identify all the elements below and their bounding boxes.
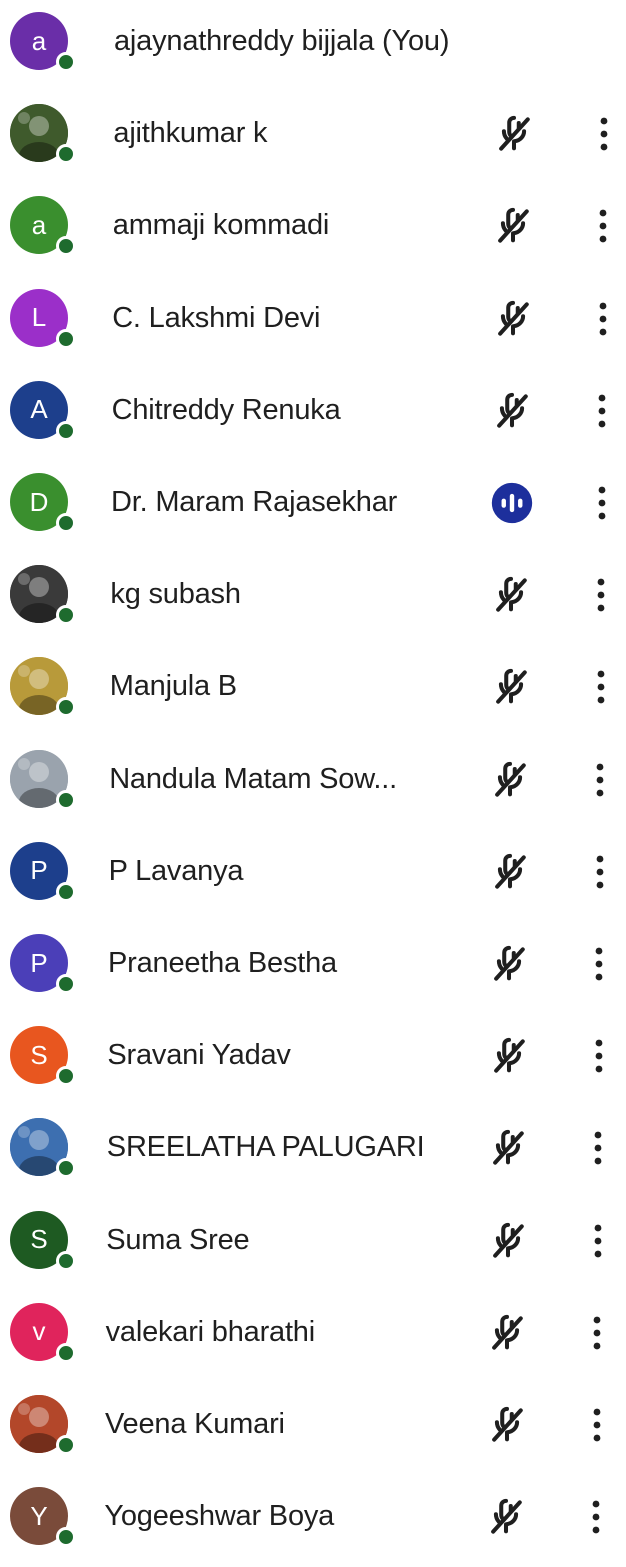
- participant-row[interactable]: ajithkumar k: [0, 92, 626, 184]
- mic-off-icon: [486, 1126, 530, 1170]
- online-status-dot: [56, 1342, 76, 1363]
- avatar-initial: P: [30, 855, 48, 886]
- participant-row[interactable]: L C. Lakshmi Devi: [0, 277, 626, 369]
- online-status-dot: [56, 1250, 76, 1271]
- more-vert-icon[interactable]: [582, 1493, 610, 1541]
- mic-off-icon: [489, 573, 533, 617]
- mic-off-icon: [490, 389, 534, 433]
- avatar-initial: S: [30, 1039, 48, 1070]
- participant-name: Suma Sree: [106, 1223, 250, 1256]
- avatar-initial: a: [31, 209, 47, 240]
- online-status-dot: [56, 881, 76, 902]
- participant-name: Veena Kumari: [105, 1408, 285, 1440]
- participant-row[interactable]: P Praneetha Bestha: [0, 922, 626, 1014]
- online-status-dot: [56, 974, 76, 994]
- mic-off-icon: [491, 297, 535, 341]
- participant-row[interactable]: S Sravani Yadav: [0, 1014, 626, 1106]
- participant-row[interactable]: D Dr. Maram Rajasekhar: [0, 461, 626, 553]
- more-vert-icon[interactable]: [589, 295, 617, 343]
- participant-name: Yogeeshwar Boya: [104, 1500, 335, 1533]
- participant-name: C. Lakshmi Devi: [112, 301, 321, 334]
- participant-name: ajithkumar k: [113, 117, 268, 150]
- participant-row[interactable]: a ajaynathreddy bijjala (You): [0, 0, 626, 92]
- participant-name: kg subash: [110, 578, 241, 611]
- online-status-dot: [56, 1158, 76, 1179]
- participant-row[interactable]: SREELATHA PALUGARI: [0, 1106, 626, 1198]
- online-status-dot: [56, 144, 76, 165]
- participant-name: valekari bharathi: [105, 1315, 316, 1348]
- mic-off-icon: [488, 850, 532, 894]
- participant-row[interactable]: Nandula Matam Sow...: [0, 738, 626, 830]
- online-status-dot: [56, 1435, 76, 1455]
- online-status-dot: [56, 605, 76, 626]
- more-vert-icon[interactable]: [587, 571, 615, 619]
- avatar-initial: L: [31, 302, 47, 333]
- more-vert-icon[interactable]: [586, 848, 614, 896]
- mic-off-icon: [487, 942, 531, 986]
- participant-name: ajaynathreddy bijjala (You): [114, 25, 450, 57]
- more-vert-icon[interactable]: [588, 479, 616, 527]
- more-vert-icon[interactable]: [589, 202, 617, 250]
- participant-list: a ajaynathreddy bijjala (You) ajithkumar …: [0, 0, 626, 1548]
- online-status-dot: [56, 52, 76, 72]
- mic-off-icon: [488, 758, 532, 802]
- online-status-dot: [56, 236, 76, 257]
- participant-name: Sravani Yadav: [107, 1039, 291, 1072]
- more-vert-icon[interactable]: [590, 110, 618, 158]
- participant-name: ammaji kommadi: [112, 209, 330, 242]
- mic-off-icon: [485, 1311, 529, 1355]
- participant-name: Nandula Matam Sow...: [109, 762, 397, 795]
- avatar-initial: S: [30, 1224, 48, 1255]
- online-status-dot: [56, 420, 76, 441]
- participant-row[interactable]: P P Lavanya: [0, 830, 626, 922]
- more-vert-icon[interactable]: [588, 387, 616, 435]
- mic-off-icon: [485, 1403, 529, 1447]
- participant-name: Dr. Maram Rajasekhar: [111, 486, 398, 518]
- avatar-initial: D: [29, 486, 49, 517]
- mic-off-icon: [486, 1219, 530, 1263]
- participant-row[interactable]: v valekari bharathi: [0, 1291, 626, 1383]
- online-status-dot: [56, 513, 76, 533]
- more-vert-icon[interactable]: [587, 663, 615, 711]
- more-vert-icon[interactable]: [585, 1032, 613, 1080]
- more-vert-icon[interactable]: [583, 1309, 611, 1357]
- mic-off-icon: [487, 1034, 531, 1078]
- participant-row[interactable]: S Suma Sree: [0, 1199, 626, 1291]
- avatar-initial: a: [31, 25, 47, 56]
- participant-name: Chitreddy Renuka: [111, 393, 341, 426]
- avatar-initial: v: [32, 1316, 46, 1347]
- participant-row[interactable]: Manjula B: [0, 645, 626, 737]
- participant-row[interactable]: Veena Kumari: [0, 1383, 626, 1475]
- participant-row[interactable]: a ammaji kommadi: [0, 184, 626, 276]
- avatar-initial: Y: [30, 1500, 48, 1531]
- online-status-dot: [56, 789, 76, 810]
- participant-row[interactable]: Y Yogeeshwar Boya: [0, 1475, 626, 1567]
- online-status-dot: [56, 697, 76, 718]
- participant-name: P Lavanya: [108, 854, 244, 887]
- audio-level-icon: [490, 481, 534, 525]
- participant-row[interactable]: A Chitreddy Renuka: [0, 369, 626, 461]
- online-status-dot: [56, 1066, 76, 1087]
- avatar-initial: P: [30, 947, 48, 978]
- participant-name: SREELATHA PALUGARI: [106, 1131, 425, 1164]
- online-status-dot: [56, 1527, 76, 1548]
- mic-off-icon: [484, 1495, 528, 1539]
- mic-off-icon: [491, 204, 535, 248]
- mic-off-icon: [492, 112, 536, 156]
- participant-row[interactable]: kg subash: [0, 553, 626, 645]
- more-vert-icon[interactable]: [583, 1401, 611, 1449]
- more-vert-icon[interactable]: [584, 1217, 612, 1265]
- more-vert-icon[interactable]: [585, 940, 613, 988]
- participant-name: Manjula B: [109, 670, 237, 703]
- more-vert-icon[interactable]: [584, 1124, 612, 1172]
- more-vert-icon[interactable]: [586, 756, 614, 804]
- avatar-initial: A: [30, 394, 48, 425]
- mic-off-icon: [489, 665, 533, 709]
- online-status-dot: [56, 328, 76, 349]
- participant-name: Praneetha Bestha: [108, 947, 337, 979]
